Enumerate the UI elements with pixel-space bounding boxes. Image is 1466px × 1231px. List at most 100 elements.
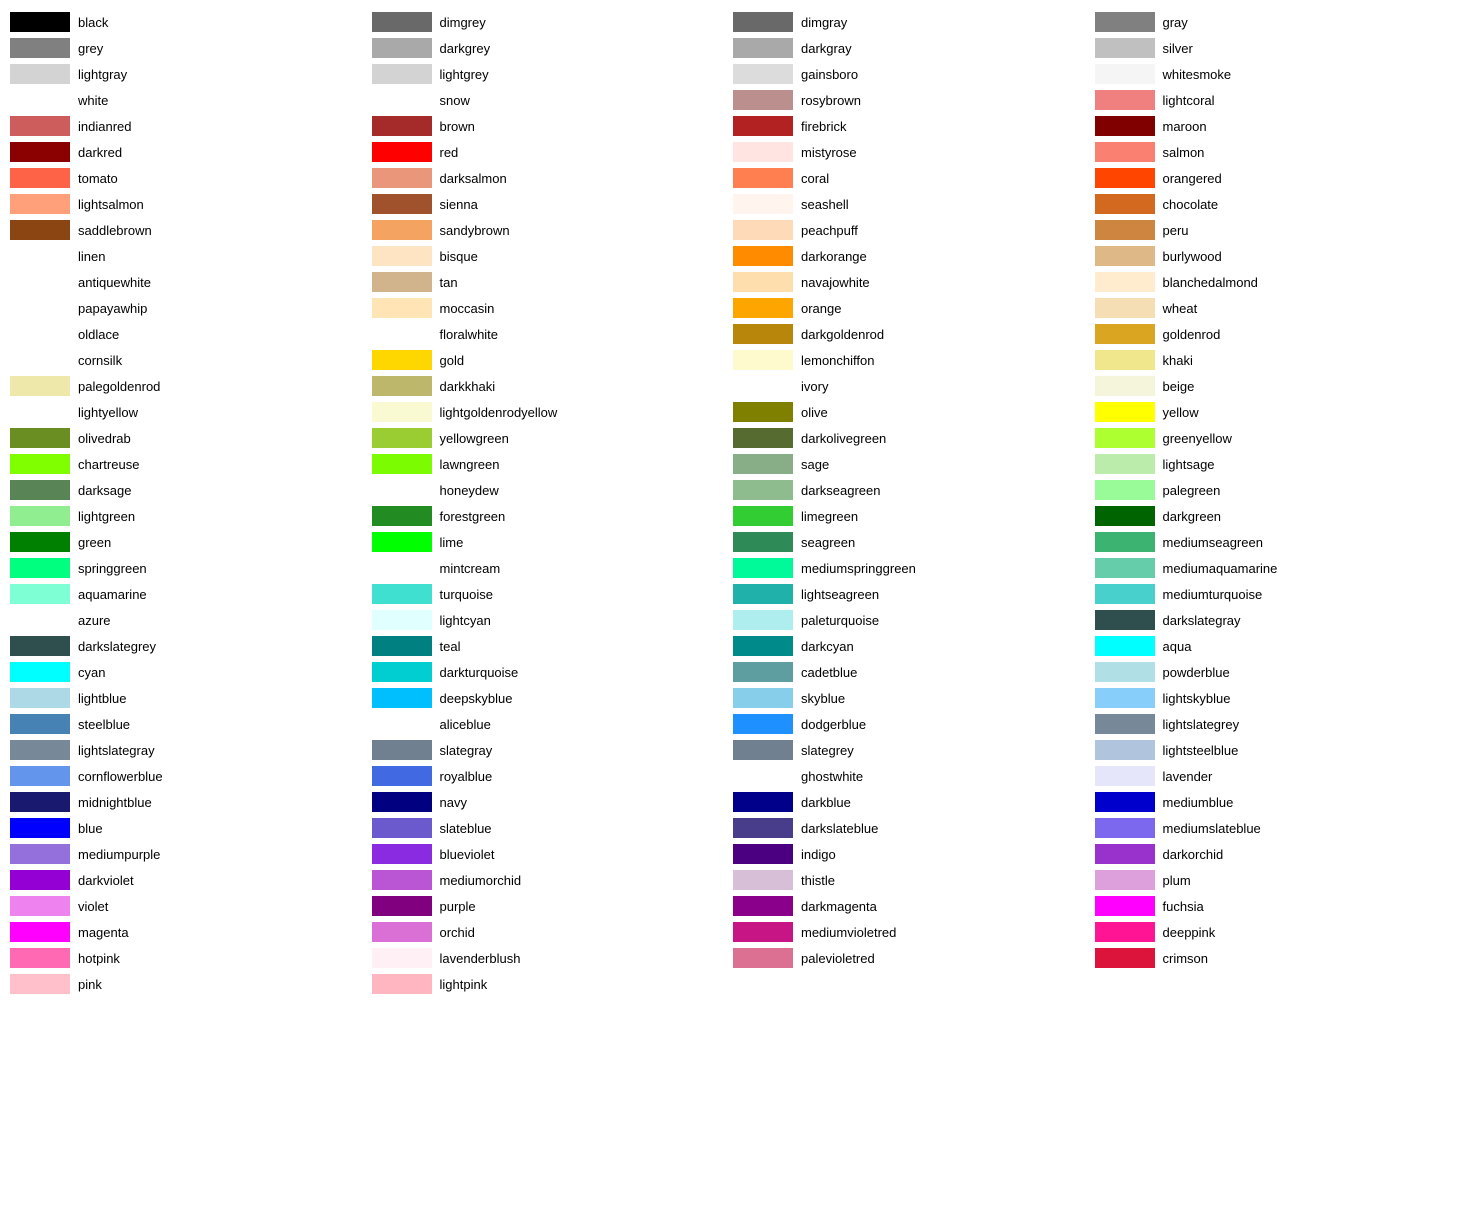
color-swatch [372, 922, 432, 942]
color-row: lightsalmon [10, 192, 372, 216]
color-swatch-empty [10, 272, 70, 292]
color-swatch [10, 870, 70, 890]
color-row: floralwhite [372, 322, 734, 346]
color-row: olive [733, 400, 1095, 424]
color-name: lightblue [78, 691, 126, 706]
color-swatch [372, 402, 432, 422]
color-name: lightgoldenrodyellow [440, 405, 558, 420]
color-swatch [1095, 948, 1155, 968]
color-row: magenta [10, 920, 372, 944]
color-name: hotpink [78, 951, 120, 966]
color-row: orchid [372, 920, 734, 944]
color-swatch [10, 558, 70, 578]
color-name: tan [440, 275, 458, 290]
color-swatch [372, 948, 432, 968]
color-swatch [733, 948, 793, 968]
color-name: gold [440, 353, 465, 368]
color-name: sandybrown [440, 223, 510, 238]
color-name: mediumaquamarine [1163, 561, 1278, 576]
color-row: gainsboro [733, 62, 1095, 86]
color-name: darkorange [801, 249, 867, 264]
color-name: mistyrose [801, 145, 857, 160]
color-name: darkkhaki [440, 379, 496, 394]
color-row: thistle [733, 868, 1095, 892]
color-swatch [1095, 714, 1155, 734]
color-row: seashell [733, 192, 1095, 216]
color-swatch [733, 688, 793, 708]
color-name: mediumvioletred [801, 925, 896, 940]
color-row: lightcyan [372, 608, 734, 632]
color-row: orange [733, 296, 1095, 320]
color-swatch [372, 428, 432, 448]
color-name: palevioletred [801, 951, 875, 966]
color-name: slategrey [801, 743, 854, 758]
color-row: darkslategray [1095, 608, 1457, 632]
color-row: mediumpurple [10, 842, 372, 866]
color-swatch [733, 324, 793, 344]
color-row: seagreen [733, 530, 1095, 554]
color-swatch [733, 220, 793, 240]
color-swatch [372, 376, 432, 396]
color-row: gold [372, 348, 734, 372]
color-row: bisque [372, 244, 734, 268]
color-swatch [1095, 64, 1155, 84]
color-name: darkblue [801, 795, 851, 810]
color-name: darkgrey [440, 41, 491, 56]
color-swatch [10, 506, 70, 526]
color-swatch-empty [372, 714, 432, 734]
color-swatch [372, 246, 432, 266]
color-name: blue [78, 821, 103, 836]
color-swatch-empty [372, 480, 432, 500]
color-row: skyblue [733, 686, 1095, 710]
color-swatch [1095, 168, 1155, 188]
color-name: gainsboro [801, 67, 858, 82]
column-4: graysilverwhitesmokelightcoralmaroonsalm… [1095, 10, 1457, 996]
color-name: lightskyblue [1163, 691, 1231, 706]
color-name: lightslategray [78, 743, 155, 758]
color-row: burlywood [1095, 244, 1457, 268]
color-row: blue [10, 816, 372, 840]
color-name: darkturquoise [440, 665, 519, 680]
color-row: palegoldenrod [10, 374, 372, 398]
color-name: darkgray [801, 41, 852, 56]
color-row: lightskyblue [1095, 686, 1457, 710]
color-name: greenyellow [1163, 431, 1232, 446]
color-row: powderblue [1095, 660, 1457, 684]
color-swatch [733, 116, 793, 136]
color-name: mediumorchid [440, 873, 522, 888]
color-row: mediumspringgreen [733, 556, 1095, 580]
color-row: sage [733, 452, 1095, 476]
color-row: green [10, 530, 372, 554]
color-row: firebrick [733, 114, 1095, 138]
color-name: lightsage [1163, 457, 1215, 472]
color-row: mediumorchid [372, 868, 734, 892]
color-swatch [1095, 38, 1155, 58]
color-swatch [733, 922, 793, 942]
color-swatch-empty [10, 90, 70, 110]
color-name: blanchedalmond [1163, 275, 1258, 290]
color-swatch [372, 844, 432, 864]
color-row: sienna [372, 192, 734, 216]
color-row: palegreen [1095, 478, 1457, 502]
color-row: lemonchiffon [733, 348, 1095, 372]
color-name: salmon [1163, 145, 1205, 160]
color-name: indianred [78, 119, 132, 134]
color-row: aliceblue [372, 712, 734, 736]
color-row: royalblue [372, 764, 734, 788]
color-row: deeppink [1095, 920, 1457, 944]
color-swatch [10, 428, 70, 448]
color-row: darkkhaki [372, 374, 734, 398]
color-row: mediumturquoise [1095, 582, 1457, 606]
color-name: seashell [801, 197, 849, 212]
color-name: lightsalmon [78, 197, 144, 212]
color-grid: blackgreylightgraywhiteindianreddarkredt… [10, 10, 1456, 996]
color-swatch [372, 350, 432, 370]
color-swatch [10, 688, 70, 708]
color-row: mediumvioletred [733, 920, 1095, 944]
color-row: maroon [1095, 114, 1457, 138]
color-swatch [1095, 350, 1155, 370]
color-name: rosybrown [801, 93, 861, 108]
color-name: plum [1163, 873, 1191, 888]
color-row: darkgoldenrod [733, 322, 1095, 346]
color-name: thistle [801, 873, 835, 888]
